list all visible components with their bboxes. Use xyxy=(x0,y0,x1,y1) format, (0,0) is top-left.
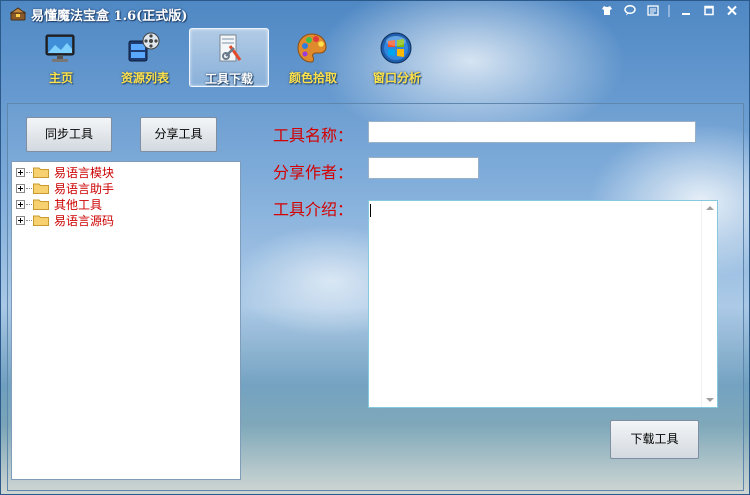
tree-connector xyxy=(26,171,32,173)
download-tool-button[interactable]: 下载工具 xyxy=(610,420,699,459)
film-reel-icon xyxy=(128,32,160,62)
menu-icon xyxy=(646,5,659,16)
expand-icon[interactable] xyxy=(16,183,25,193)
folder-icon xyxy=(33,167,49,178)
palette-icon xyxy=(297,33,327,63)
tab-tool-download-label: 工具下载 xyxy=(204,72,253,86)
tree-connector xyxy=(26,203,32,205)
folder-icon xyxy=(33,183,49,194)
scroll-up-icon[interactable] xyxy=(706,206,714,210)
window-title: 易懂魔法宝盒 1.6(正式版) xyxy=(31,9,188,24)
close-icon xyxy=(726,5,737,16)
sync-tools-button[interactable]: 同步工具 xyxy=(26,117,112,152)
tab-window-analysis[interactable]: 窗口分析 xyxy=(357,28,437,87)
tree-item[interactable]: 其他工具 xyxy=(16,196,102,212)
close-button[interactable] xyxy=(722,4,741,19)
maximize-button[interactable] xyxy=(699,4,718,19)
tab-window-analysis-label: 窗口分析 xyxy=(372,71,421,85)
tab-resource-list[interactable]: 资源列表 xyxy=(105,28,185,87)
tool-intro-textarea[interactable] xyxy=(368,200,718,408)
tab-resource-list-label: 资源列表 xyxy=(120,71,169,85)
monitor-icon xyxy=(45,34,75,62)
author-label: 分享作者： xyxy=(273,163,354,182)
share-tools-button[interactable]: 分享工具 xyxy=(140,117,217,152)
tree-item-label: 易语言助手 xyxy=(54,181,115,196)
divider-icon xyxy=(668,5,670,17)
tree-item[interactable]: 易语言模块 xyxy=(16,164,114,180)
shirt-icon xyxy=(601,6,612,15)
maximize-icon xyxy=(703,5,714,16)
text-caret xyxy=(370,204,371,217)
expand-icon[interactable] xyxy=(16,199,25,209)
system-buttons xyxy=(597,4,741,19)
tree-connector xyxy=(26,219,32,221)
vertical-scrollbar[interactable] xyxy=(701,201,717,407)
windows-orb-icon xyxy=(380,32,412,64)
tab-color-picker[interactable]: 颜色拾取 xyxy=(273,28,353,87)
expand-icon[interactable] xyxy=(16,167,25,177)
tree-item[interactable]: 易语言助手 xyxy=(16,180,114,196)
tool-category-tree[interactable]: 易语言模块 易语言助手 其他工具 易语言源码 xyxy=(11,161,241,480)
tab-color-picker-label: 颜色拾取 xyxy=(288,71,337,85)
tab-home[interactable]: 主页 xyxy=(21,28,101,87)
minimize-button[interactable] xyxy=(676,4,695,19)
tree-item-label: 其他工具 xyxy=(54,197,103,212)
folder-icon xyxy=(33,199,49,210)
app-window: 易懂魔法宝盒 1.6(正式版) 主页 资源列表 工具下载 颜色拾取 窗口分析 同… xyxy=(0,0,750,495)
skin-button[interactable] xyxy=(597,4,616,19)
menu-button[interactable] xyxy=(643,4,662,19)
tool-name-input[interactable] xyxy=(368,121,696,143)
intro-label: 工具介绍： xyxy=(273,200,354,219)
author-input[interactable] xyxy=(368,157,479,179)
chat-bubble-icon xyxy=(623,5,636,16)
feedback-button[interactable] xyxy=(620,4,639,19)
app-icon xyxy=(10,7,26,21)
tree-connector xyxy=(26,187,32,189)
tab-home-label: 主页 xyxy=(48,71,73,85)
expand-icon[interactable] xyxy=(16,215,25,225)
tools-download-icon xyxy=(219,34,242,62)
tree-item-label: 易语言模块 xyxy=(54,165,115,180)
tree-item[interactable]: 易语言源码 xyxy=(16,212,114,228)
minimize-icon xyxy=(681,13,690,15)
main-toolbar: 主页 资源列表 工具下载 颜色拾取 窗口分析 xyxy=(21,28,441,90)
tool-name-label: 工具名称： xyxy=(273,126,354,145)
divider xyxy=(666,4,672,19)
tree-item-label: 易语言源码 xyxy=(54,213,115,228)
tab-tool-download[interactable]: 工具下载 xyxy=(189,28,269,87)
title-bar[interactable]: 易懂魔法宝盒 1.6(正式版) xyxy=(1,1,749,27)
scroll-down-icon[interactable] xyxy=(706,398,714,402)
folder-icon xyxy=(33,215,49,226)
